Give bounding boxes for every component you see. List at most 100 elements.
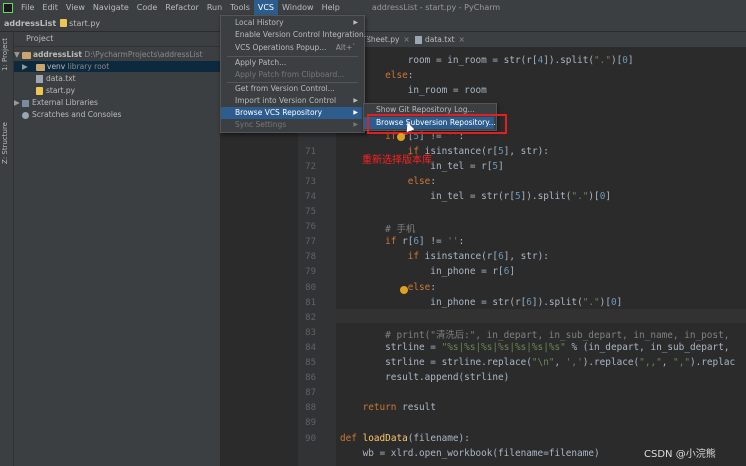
vcs-get-from-vc[interactable]: Get from Version Control...: [221, 83, 362, 95]
line-number: 73: [305, 176, 316, 187]
vcs-local-history[interactable]: Local History ▶: [221, 17, 362, 29]
vcs-local-history-label: Local History: [235, 18, 284, 27]
tree-data-file-label: data.txt: [46, 74, 76, 83]
left-tool-strip: 1: Project Z: Structure: [0, 32, 14, 466]
vcs-apply-patch-clipboard: Apply Patch from Clipboard...: [221, 69, 362, 81]
menu-tools[interactable]: Tools: [226, 0, 254, 15]
code-line: else:: [407, 175, 436, 187]
submenu-arrow-icon: ▶: [353, 121, 358, 128]
tab-data-txt[interactable]: data.txt ×: [410, 32, 470, 47]
pycharm-logo-icon: [3, 2, 13, 13]
code-line: wb = xlrd.open_workbook(filename=filenam…: [340, 447, 600, 459]
vcs-apply-patch-label: Apply Patch...: [235, 58, 287, 67]
code-line: strline = "%s|%s|%s|%s|%s|%s|%s" % (in_d…: [340, 341, 730, 353]
code-line: return result: [362, 402, 436, 414]
line-number: 82: [305, 312, 316, 323]
project-panel: Project ▼ addressList D:\PycharmProjects\…: [14, 32, 220, 466]
menu-view[interactable]: View: [62, 0, 89, 15]
collapse-arrow-icon[interactable]: ▶: [14, 97, 22, 108]
tree-external-libraries[interactable]: ▶ External Libraries: [14, 97, 98, 108]
code-line: # 手机: [340, 224, 416, 236]
side-tab-project[interactable]: 1: Project: [1, 38, 9, 71]
vcs-operations-popup[interactable]: VCS Operations Popup... Alt+`: [221, 42, 362, 54]
menubar: File Edit View Navigate Code Refactor Ru…: [0, 0, 746, 15]
tree-venv[interactable]: ▶ venv library root: [14, 61, 220, 72]
menu-edit[interactable]: Edit: [38, 0, 62, 15]
python-file-icon: [60, 19, 68, 27]
tab-data-label: data.txt: [425, 35, 455, 44]
code-line: strline = strline.replace("\n", ',').rep…: [340, 357, 736, 368]
tree-root-path: D:\PycharmProjects\addressList: [84, 50, 203, 59]
text-file-icon: [415, 36, 422, 44]
menu-help[interactable]: Help: [318, 0, 344, 15]
python-file-icon: [36, 87, 43, 95]
line-number: 84: [305, 342, 316, 353]
code-line: if r[6] != '':: [385, 236, 465, 248]
vcs-browse-repository[interactable]: Browse VCS Repository ▶: [221, 107, 362, 119]
text-file-icon: [36, 75, 43, 83]
vcs-get-label: Get from Version Control...: [235, 84, 335, 93]
vcs-browse-label: Browse VCS Repository: [235, 108, 323, 117]
menu-refactor[interactable]: Refactor: [161, 0, 203, 15]
menu-file[interactable]: File: [17, 0, 38, 15]
vcs-enable-integration[interactable]: Enable Version Control Integration...: [221, 29, 371, 41]
tree-external-label: External Libraries: [32, 98, 98, 107]
tree-root-label: addressList: [33, 50, 82, 59]
breadcrumb-project[interactable]: addressList: [4, 19, 56, 28]
side-tab-structure[interactable]: Z: Structure: [1, 122, 9, 164]
submenu-arrow-icon: ▶: [353, 97, 358, 104]
show-git-log-label: Show Git Repository Log...: [376, 105, 475, 114]
code-line: def loadData(filename):: [340, 432, 470, 444]
tree-start-file-label: start.py: [46, 86, 76, 95]
line-number: 74: [305, 191, 316, 202]
submenu-arrow-icon: ▶: [353, 109, 358, 116]
line-number: 72: [305, 161, 316, 172]
tree-scratches[interactable]: Scratches and Consoles: [22, 109, 121, 120]
lightbulb-icon[interactable]: [397, 133, 405, 141]
vcs-ops-label: VCS Operations Popup...: [235, 43, 327, 52]
folder-icon: [22, 51, 31, 59]
tree-start-file[interactable]: start.py: [36, 85, 75, 96]
line-number: 77: [305, 237, 316, 248]
tree-data-file[interactable]: data.txt: [36, 73, 76, 84]
scratches-icon: [22, 111, 29, 119]
vcs-ops-shortcut: Alt+`: [335, 43, 356, 52]
window-title: addressList - start.py - PyCharm: [371, 3, 501, 12]
line-number: 90: [305, 433, 316, 444]
code-line: room = in_room = str(r[4]).split(".")[0]: [340, 55, 634, 66]
tree-venv-note: library root: [67, 62, 110, 71]
menu-code[interactable]: Code: [133, 0, 161, 15]
line-number: 89: [305, 418, 316, 429]
tree-venv-label: venv: [47, 62, 66, 71]
library-icon: [22, 99, 29, 107]
annotation-text: 重新选择版本库: [362, 155, 432, 166]
line-number: 71: [305, 146, 316, 157]
line-number: 86: [305, 373, 316, 384]
line-number: 83: [305, 327, 316, 338]
close-icon[interactable]: ×: [459, 35, 465, 44]
line-number: 85: [305, 358, 316, 368]
expand-arrow-icon[interactable]: ▼: [14, 49, 22, 60]
menu-vcs[interactable]: VCS: [253, 0, 279, 15]
line-number: 80: [305, 282, 316, 293]
line-number: 75: [305, 207, 316, 217]
vcs-apply-patch[interactable]: Apply Patch...: [221, 57, 362, 69]
line-number: 88: [305, 403, 316, 414]
breadcrumb-file[interactable]: start.py: [69, 19, 100, 28]
code-line: in_phone = r[6]: [340, 266, 515, 278]
tree-scratches-label: Scratches and Consoles: [32, 110, 122, 119]
vcs-import-into-vc[interactable]: Import into Version Control ▶: [221, 95, 362, 107]
vcs-sync-settings: Sync Settings ▶: [221, 119, 362, 131]
collapse-arrow-icon[interactable]: ▶: [14, 61, 30, 72]
close-icon[interactable]: ×: [403, 35, 409, 44]
tree-root[interactable]: ▼ addressList D:\PycharmProjects\addressL…: [14, 49, 203, 60]
menu-navigate[interactable]: Navigate: [89, 0, 133, 15]
code-line: else:: [407, 281, 436, 293]
red-highlight-box: [367, 114, 507, 134]
project-panel-header[interactable]: Project: [14, 32, 220, 47]
breadcrumb: addressList start.py: [0, 15, 746, 32]
menu-run[interactable]: Run: [203, 0, 226, 15]
lightbulb-icon[interactable]: [400, 286, 408, 294]
menu-window[interactable]: Window: [278, 0, 318, 15]
folder-icon: [36, 63, 45, 71]
